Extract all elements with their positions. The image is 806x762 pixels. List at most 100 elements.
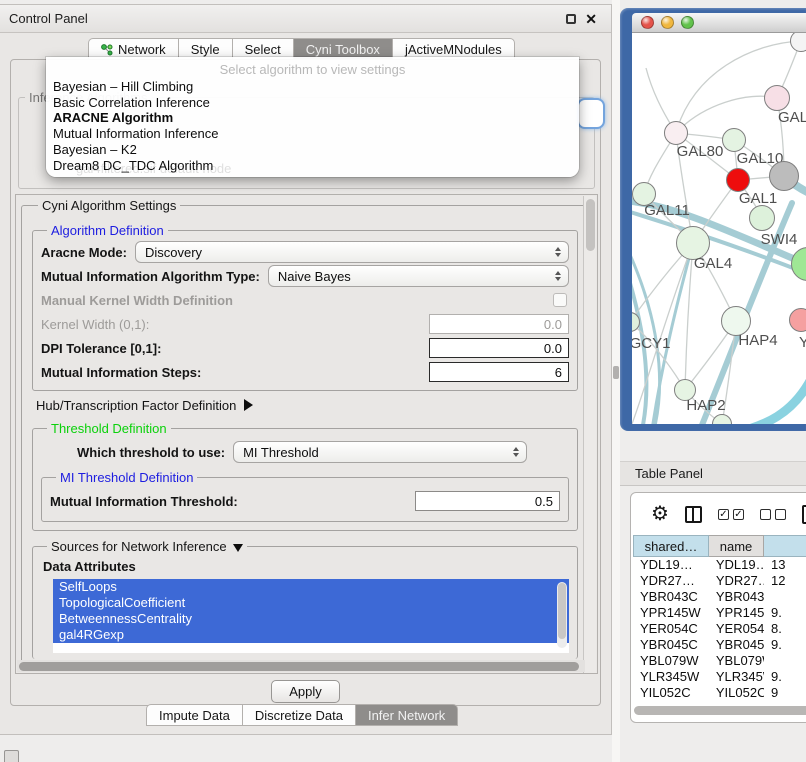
which-threshold-value: MI Threshold xyxy=(243,445,510,460)
export-table-icon[interactable] xyxy=(802,505,806,524)
algorithm-option[interactable]: Basic Correlation Inference xyxy=(46,95,579,111)
close-panel-icon[interactable]: ✕ xyxy=(585,14,597,24)
node-gal1[interactable] xyxy=(726,168,750,192)
table-cell: YBR045C xyxy=(709,637,764,653)
table-row[interactable]: YER054CYER054C8. xyxy=(633,621,806,637)
dpi-tolerance-field[interactable]: 0.0 xyxy=(429,338,569,358)
node-swi4[interactable] xyxy=(749,205,775,231)
node-gal80[interactable] xyxy=(664,121,688,145)
node-salmon[interactable] xyxy=(789,308,806,332)
table-cell: 12 xyxy=(764,573,806,589)
hub-definition-expander[interactable]: Hub/Transcription Factor Definition xyxy=(32,391,578,419)
mi-type-value: Naive Bayes xyxy=(278,269,552,284)
minimize-window-button[interactable] xyxy=(661,16,674,29)
data-attributes-list[interactable]: SelfLoopsTopologicalCoefficientBetweenne… xyxy=(53,579,569,653)
hub-definition-label: Hub/Transcription Factor Definition xyxy=(36,398,236,413)
algorithm-option[interactable]: Bayesian – K2 xyxy=(46,142,579,158)
network-icon xyxy=(101,43,113,56)
tab-infer-network[interactable]: Infer Network xyxy=(355,704,458,726)
table-toolbar: ⚙ ✓✓ xyxy=(631,493,806,535)
tab-label: Network xyxy=(118,42,166,57)
aracne-mode-select[interactable]: Discovery xyxy=(135,241,569,263)
settings-vertical-scrollbar[interactable] xyxy=(583,196,596,674)
control-panel: Control Panel ✕ NetworkStyleSelectCyni T… xyxy=(0,4,612,735)
mi-threshold-field[interactable]: 0.5 xyxy=(415,491,560,511)
divider-handle-icon[interactable] xyxy=(613,366,619,379)
mi-threshold-definition-group: MI Threshold Definition Mutual Informati… xyxy=(41,470,569,522)
sources-group: Sources for Network Inference Data Attri… xyxy=(32,539,578,659)
gear-icon[interactable]: ⚙ xyxy=(651,504,669,524)
data-attributes-label: Data Attributes xyxy=(41,556,569,579)
control-panel-title: Control Panel xyxy=(9,11,88,26)
select-all-columns-icon[interactable]: ✓✓ xyxy=(718,509,744,520)
restore-panel-icon[interactable] xyxy=(4,750,19,762)
table-cell: YIL052C xyxy=(633,685,709,698)
node-gal10[interactable] xyxy=(722,128,746,152)
table-cell: 8. xyxy=(764,621,806,637)
table-row[interactable]: YIL052CYIL052C9 xyxy=(633,685,806,698)
manual-kernel-checkbox[interactable] xyxy=(553,293,567,307)
column-header-partial[interactable] xyxy=(764,535,806,557)
table-cell: YDR27… xyxy=(633,573,709,589)
algorithm-option[interactable]: Bayesian – Hill Climbing xyxy=(46,79,579,95)
data-attribute-item[interactable]: BetweennessCentrality xyxy=(53,611,569,627)
table-row[interactable]: YLR345WYLR345W9. xyxy=(633,669,806,685)
mi-type-select[interactable]: Naive Bayes xyxy=(268,265,569,287)
table-cell: 9. xyxy=(764,637,806,653)
settings-horizontal-scrollbar[interactable] xyxy=(17,660,585,672)
mi-steps-field[interactable]: 6 xyxy=(429,362,569,382)
network-canvas[interactable]: GALGAL80GAL10GAL1GAL11SWI4GAL4GCY1HAP4YH… xyxy=(632,33,806,424)
close-window-button[interactable] xyxy=(641,16,654,29)
node-swi4-label: SWI4 xyxy=(761,231,798,248)
table-row[interactable]: YPR145WYPR145W9. xyxy=(633,605,806,621)
list-scrollbar[interactable] xyxy=(557,582,567,648)
cyni-toolbox-panel: Inference Algorithms Select algorithm to… xyxy=(10,59,601,706)
algorithm-option[interactable]: Mutual Information Inference xyxy=(46,126,579,142)
node-gal-pink-label: GAL xyxy=(778,109,806,126)
threshold-definition-legend: Threshold Definition xyxy=(47,421,171,436)
table-row[interactable]: YBL079WYBL079W xyxy=(633,653,806,669)
table-row[interactable]: YDR27…YDR27…12 xyxy=(633,573,806,589)
table-cell: 13 xyxy=(764,557,806,573)
table-horizontal-scrollbar[interactable] xyxy=(634,706,806,716)
table-row[interactable]: YBR045CYBR045C9. xyxy=(633,637,806,653)
network-window-titlebar[interactable] xyxy=(632,13,806,33)
table-cell: YDL19… xyxy=(633,557,709,573)
data-attribute-item[interactable]: TopologicalCoefficient xyxy=(53,595,569,611)
algorithm-option[interactable]: ARACNE Algorithm xyxy=(46,110,579,126)
column-header-shared…[interactable]: shared… xyxy=(633,535,709,557)
float-panel-icon[interactable] xyxy=(566,14,576,24)
sources-legend[interactable]: Sources for Network Inference xyxy=(47,539,247,554)
tab-label: Style xyxy=(191,42,220,57)
which-threshold-label: Which threshold to use: xyxy=(77,445,225,460)
node-gal-pink[interactable] xyxy=(764,85,790,111)
table-row[interactable]: YDL19…YDL19…13 xyxy=(633,557,806,573)
manual-kernel-label: Manual Kernel Width Definition xyxy=(41,293,233,308)
table-cell: YBL079W xyxy=(633,653,709,669)
tab-impute-data[interactable]: Impute Data xyxy=(146,704,242,726)
tab-discretize-data[interactable]: Discretize Data xyxy=(242,704,355,726)
data-attribute-item[interactable]: gal4RGexp xyxy=(53,627,569,643)
kernel-width-field[interactable]: 0.0 xyxy=(429,314,569,334)
application-window: Control Panel ✕ NetworkStyleSelectCyni T… xyxy=(0,0,806,762)
columns-icon[interactable] xyxy=(685,506,702,523)
deselect-all-columns-icon[interactable] xyxy=(760,509,786,520)
which-threshold-select[interactable]: MI Threshold xyxy=(233,441,527,463)
node-hap4-label: HAP4 xyxy=(738,332,777,349)
column-header-name[interactable]: name xyxy=(709,535,764,557)
algorithm-combobox[interactable] xyxy=(577,98,605,129)
split-pane-divider[interactable] xyxy=(612,0,620,762)
zoom-window-button[interactable] xyxy=(681,16,694,29)
node-hap2-label: HAP2 xyxy=(686,397,725,414)
node-gray[interactable] xyxy=(769,161,799,191)
apply-button[interactable]: Apply xyxy=(271,680,340,703)
tab-label: Cyni Toolbox xyxy=(306,42,380,57)
table-row[interactable]: YBR043CYBR043C xyxy=(633,589,806,605)
algorithm-dropdown-placeholder: Select algorithm to view settings xyxy=(46,57,579,79)
table-cell: YER054C xyxy=(709,621,764,637)
table-cell: YDL19… xyxy=(709,557,764,573)
ghost-combo-text: gal4filtered.sif default node xyxy=(76,161,231,176)
table-cell: YLR345W xyxy=(633,669,709,685)
data-attribute-item[interactable]: SelfLoops xyxy=(53,579,569,595)
aracne-mode-value: Discovery xyxy=(145,245,552,260)
